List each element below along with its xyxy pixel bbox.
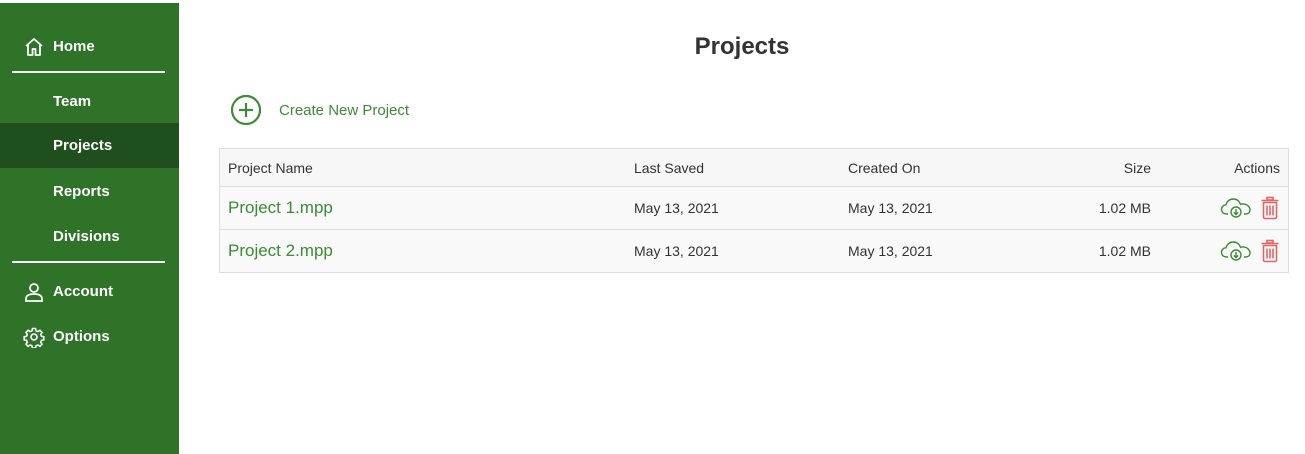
add-circle-icon [230, 94, 262, 126]
project-name-link[interactable]: Project 1.mpp [228, 198, 333, 218]
sidebar-item-label: Team [53, 93, 92, 110]
gear-icon [23, 326, 45, 348]
last-saved-value: May 13, 2021 [634, 200, 719, 216]
project-name-link[interactable]: Project 2.mpp [228, 241, 333, 261]
sidebar: Home Team Projects Reports Divisions Acc… [0, 3, 179, 454]
column-header-project-name[interactable]: Project Name [228, 149, 313, 186]
table-row: Project 2.mpp May 13, 2021 May 13, 2021 … [220, 230, 1288, 272]
created-on-value: May 13, 2021 [848, 243, 933, 259]
page-title: Projects [694, 33, 790, 60]
sidebar-divider [12, 261, 165, 263]
sidebar-item-label: Options [53, 328, 110, 345]
column-header-actions: Actions [1234, 159, 1280, 176]
column-header-created-on[interactable]: Created On [848, 149, 920, 186]
column-header-last-saved[interactable]: Last Saved [634, 149, 704, 186]
sidebar-item-reports[interactable]: Reports [0, 169, 179, 214]
size-value: 1.02 MB [1098, 200, 1151, 216]
cloud-download-icon[interactable] [1220, 197, 1252, 219]
sidebar-item-home[interactable]: Home [0, 24, 179, 69]
column-header-size[interactable]: Size [1124, 149, 1151, 186]
sidebar-item-label: Reports [53, 183, 110, 200]
app: Home Team Projects Reports Divisions Acc… [0, 0, 1305, 454]
projects-table: Project Name Last Saved Created On Size … [219, 148, 1289, 273]
table-header: Project Name Last Saved Created On Size … [220, 149, 1288, 187]
home-icon [23, 36, 45, 58]
cloud-download-icon[interactable] [1220, 240, 1252, 262]
sidebar-divider [12, 71, 165, 73]
last-saved-value: May 13, 2021 [634, 243, 719, 259]
create-new-project-label: Create New Project [279, 101, 410, 119]
create-new-project-button[interactable]: Create New Project [230, 94, 409, 126]
sidebar-item-label: Projects [53, 137, 113, 154]
sidebar-item-label: Account [53, 283, 113, 300]
sidebar-item-options[interactable]: Options [0, 314, 179, 359]
table-row: Project 1.mpp May 13, 2021 May 13, 2021 … [220, 187, 1288, 230]
trash-icon[interactable] [1260, 196, 1280, 220]
row-actions [1220, 196, 1280, 220]
size-value: 1.02 MB [1098, 243, 1151, 259]
trash-icon[interactable] [1260, 239, 1280, 263]
user-icon [23, 281, 45, 303]
sidebar-item-projects[interactable]: Projects [0, 123, 179, 168]
created-on-value: May 13, 2021 [848, 200, 933, 216]
sidebar-item-team[interactable]: Team [0, 79, 179, 124]
sidebar-item-divisions[interactable]: Divisions [0, 214, 179, 259]
row-actions [1220, 239, 1280, 263]
sidebar-item-account[interactable]: Account [0, 269, 179, 314]
sidebar-item-label: Divisions [53, 228, 120, 245]
sidebar-item-label: Home [53, 38, 95, 55]
